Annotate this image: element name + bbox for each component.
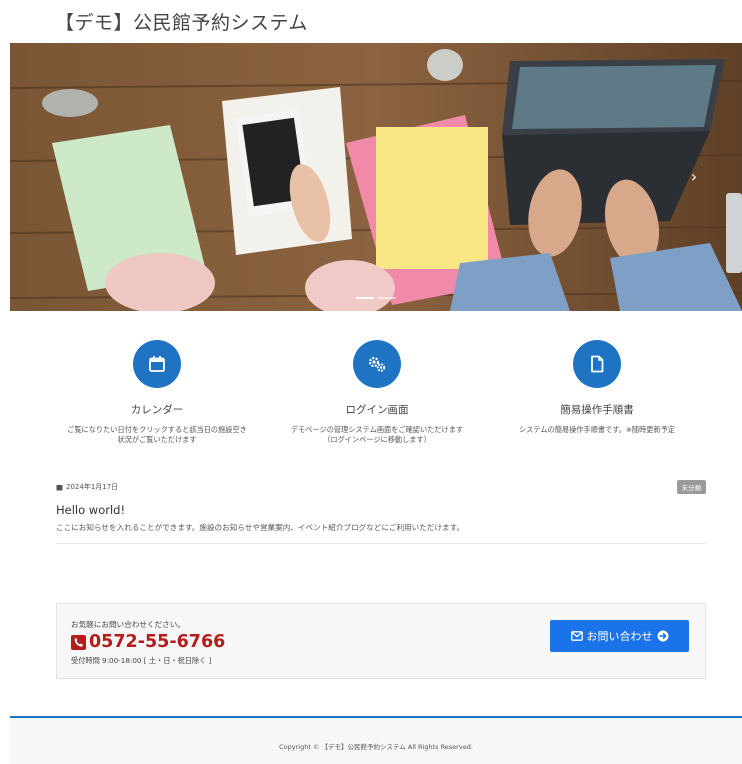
calendar-icon[interactable] [133,340,181,388]
news-category-badge[interactable]: 未分類 [676,480,706,494]
contact-button-label[interactable]: お問い合わせ [587,628,653,644]
news-date-text: 2024年1月17日 [66,483,119,491]
contact-phone-number[interactable]: 0572-55-6766 [89,632,225,652]
carousel-indicators[interactable] [356,297,396,299]
carousel-indicator[interactable] [378,297,396,299]
carousel-next-button[interactable]: › [684,167,704,187]
feature-description-line: （ログインページに移動します） [323,435,431,445]
document-icon[interactable] [573,340,621,388]
feature-calendar[interactable]: カレンダー ご覧になりたい日付をクリックすると該当日の施設空き 状況がご覧いただ… [52,340,262,446]
feature-manual[interactable]: 簡易操作手順書 システムの簡易操作手順書です。※随時更新予定 [492,340,702,446]
feature-title[interactable]: 簡易操作手順書 [492,402,702,417]
hero-carousel[interactable]: › [10,43,742,311]
news-meta: 2024年1月17日 未分類 [56,480,706,494]
feature-description: システムの簡易操作手順書です。※随時更新予定 [492,425,702,435]
contact-phone[interactable]: 0572-55-6766 [71,632,225,652]
feature-links: カレンダー ご覧になりたい日付をクリックすると該当日の施設空き 状況がご覧いただ… [52,340,702,446]
contact-button[interactable]: お問い合わせ [550,620,689,652]
feature-description-line: ご覧になりたい日付をクリックすると該当日の施設空き [67,425,247,434]
feature-description: ご覧になりたい日付をクリックすると該当日の施設空き 状況がご覧いただけます [52,425,262,446]
divider [56,543,706,544]
site-footer: Copyright © 【デモ】公民館予約システム All Rights Res… [10,716,742,764]
site-title[interactable]: 【デモ】公民館予約システム [55,8,308,35]
carousel-indicator[interactable] [356,297,374,299]
news-excerpt: ここにお知らせを入れることができます。施設のお知らせや営業案内、イベント紹介ブロ… [56,523,465,532]
contact-box: お気軽にお問い合わせください。 0572-55-6766 受付時間 9:00-1… [56,603,706,679]
feature-description-line: システムの簡易操作手順書です。※随時更新予定 [518,425,676,434]
hero-image [10,43,742,311]
feature-description-line: デモページの管理システム画面をご確認いただけます [290,425,464,434]
feature-description: デモページの管理システム画面をご確認いただけます （ログインページに移動します） [272,425,482,446]
feature-title[interactable]: ログイン画面 [272,402,482,417]
gears-icon[interactable] [353,340,401,388]
contact-hours: 受付時間 9:00-18:00 [ 土・日・祝日除く ] [71,656,212,665]
news-title[interactable]: Hello world! [56,503,706,517]
envelope-icon [570,631,583,641]
contact-lead-text: お気軽にお問い合わせください。 [71,620,185,629]
news-post: 2024年1月17日 未分類 Hello world! ここにお知らせを入れるこ… [56,480,706,544]
calendar-small-icon [56,484,63,490]
news-date: 2024年1月17日 [56,482,118,492]
phone-icon [71,634,86,650]
arrow-circle-right-icon [657,630,668,642]
copyright-text: Copyright © 【デモ】公民館予約システム All Rights Res… [279,743,473,751]
feature-title[interactable]: カレンダー [52,402,262,417]
feature-login[interactable]: ログイン画面 デモページの管理システム画面をご確認いただけます （ログインページ… [272,340,482,446]
feature-description-line: 状況がご覧いただけます [117,435,197,445]
